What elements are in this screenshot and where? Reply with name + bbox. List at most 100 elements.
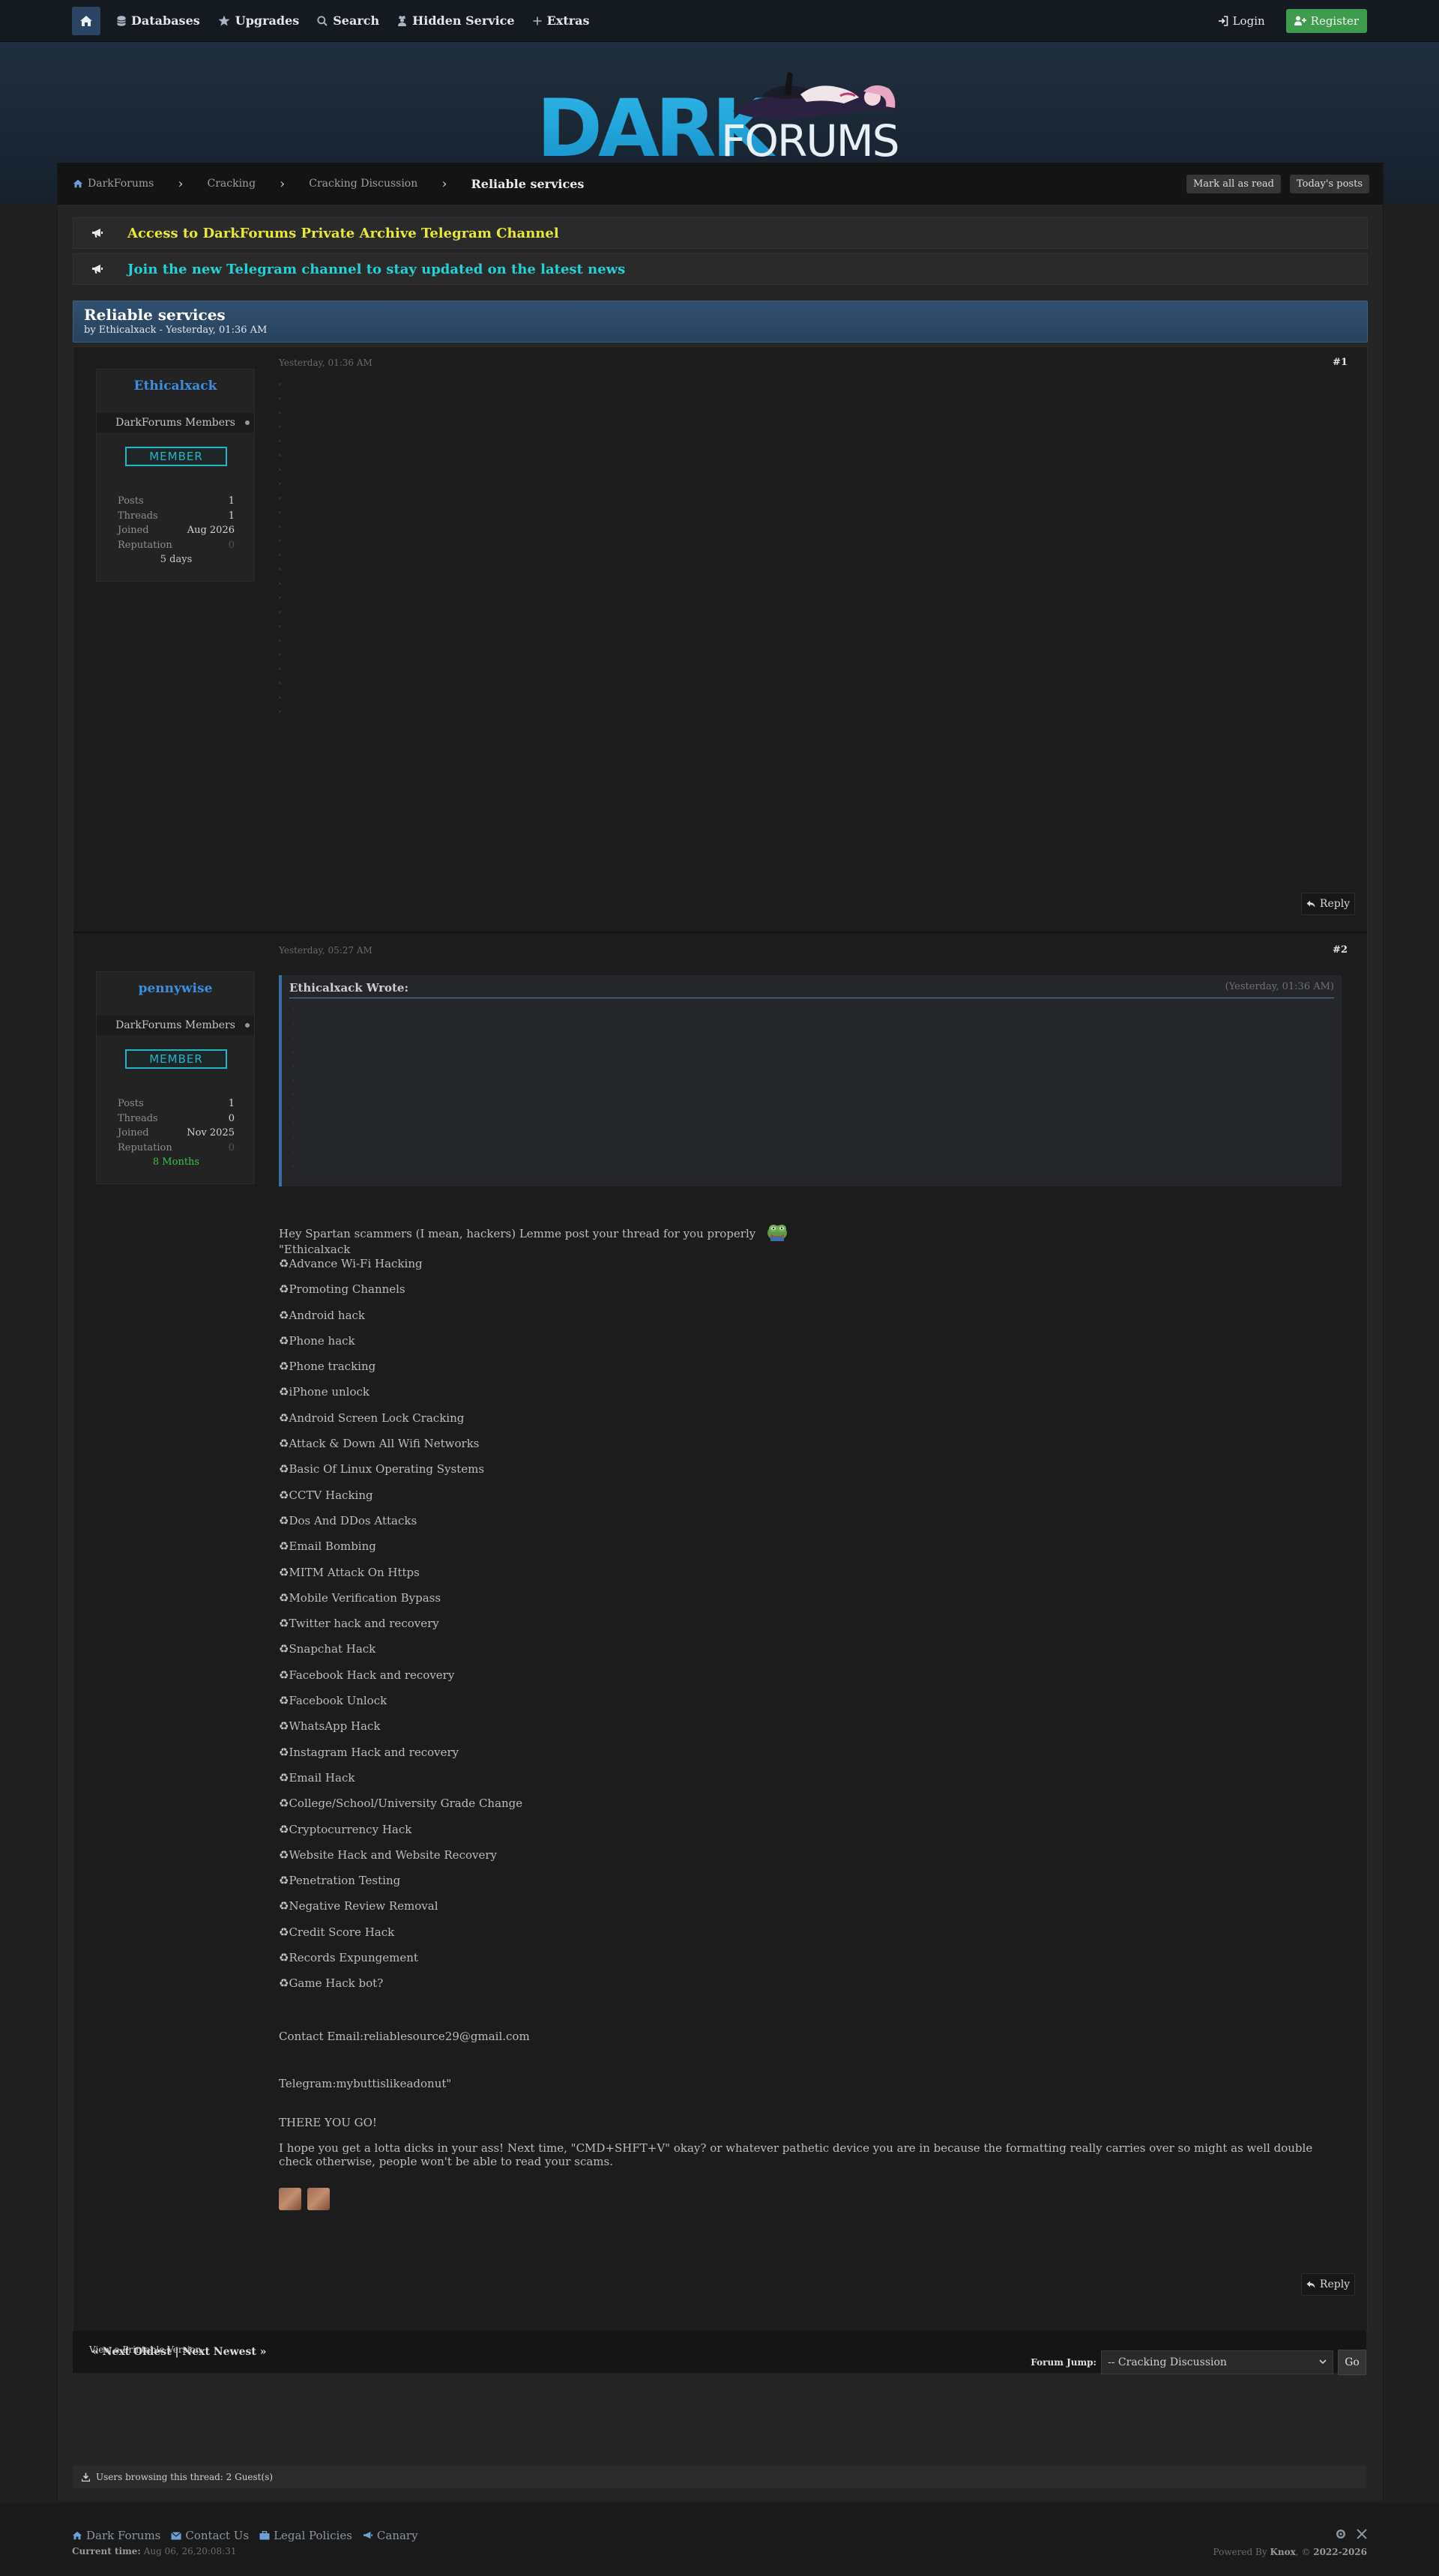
service-list-text: iPhone unlock (289, 1385, 369, 1399)
post-rant: I hope you get a lotta dicks in your ass… (279, 2141, 1313, 2168)
printable-version-link[interactable]: View a Printable Version (89, 2344, 202, 2355)
post-2: Yesterday, 05:27 AM #2 pennywise DarkFor… (73, 933, 1367, 2327)
chevron-down-icon (1319, 2359, 1327, 2365)
forum-jump-label: Forum Jump: (1031, 2357, 1096, 2368)
footer-link-contact[interactable]: Contact Us (171, 2529, 249, 2542)
quote-body-empty (292, 1008, 301, 1179)
footer-link-canary[interactable]: Canary (363, 2529, 418, 2542)
recycle-icon: ♻ (279, 1745, 289, 1759)
reply-icon (1306, 900, 1315, 908)
footer-link-label: Contact Us (185, 2529, 250, 2542)
login-link[interactable]: Login (1218, 14, 1265, 28)
tor-onion-icon[interactable] (1336, 2529, 1346, 2539)
breadcrumb-home[interactable]: DarkForums (73, 178, 154, 190)
nav-hidden-service[interactable]: Hidden Service (397, 13, 515, 28)
post-number[interactable]: #2 (1333, 944, 1348, 956)
status-dot-icon (245, 420, 250, 425)
breadcrumb-current: Reliable services (471, 176, 585, 191)
recycle-icon: ♻ (279, 1899, 289, 1913)
recycle-icon: ♻ (279, 1797, 289, 1811)
nav-hidden-service-label: Hidden Service (412, 13, 515, 28)
nav-databases[interactable]: Databases (117, 13, 200, 28)
recycle-icon: ♻ (279, 1925, 289, 1939)
user-plus-icon (1294, 16, 1306, 25)
service-list-item: ♻Attack & Down All Wifi Networks (279, 1437, 1336, 1462)
footer-link-darkforums[interactable]: Dark Forums (72, 2529, 160, 2542)
stat-threads[interactable]: 0 (229, 1111, 235, 1126)
site-footer: Dark Forums Contact Us Legal Policies Ca… (0, 2503, 1439, 2576)
service-list-item: ♻Android Screen Lock Cracking (279, 1411, 1336, 1437)
service-list-item: ♻Snapchat Hack (279, 1642, 1336, 1668)
stat-label: Joined (118, 525, 149, 536)
emoji-row (279, 2187, 1336, 2210)
breadcrumb-cracking[interactable]: Cracking (208, 178, 256, 190)
recycle-icon: ♻ (279, 1488, 289, 1502)
post-1: Yesterday, 01:36 AM #1 Ethicalxack DarkF… (73, 347, 1367, 932)
stat-label: Joined (118, 1127, 149, 1138)
todays-posts-button[interactable]: Today's posts (1290, 174, 1369, 193)
megaphone-icon (92, 265, 103, 274)
stat-reputation[interactable]: 0 (229, 538, 235, 553)
stat-posts[interactable]: 1 (229, 494, 235, 509)
service-list-text: Android hack (289, 1308, 366, 1322)
service-list-text: Android Screen Lock Cracking (289, 1411, 465, 1425)
main-wrapper: DarkForums › Cracking › Cracking Discuss… (57, 163, 1384, 2501)
service-list-text: Phone tracking (289, 1360, 376, 1374)
announcement-telegram[interactable]: Join the new Telegram channel to stay up… (73, 253, 1368, 285)
quote-author: Ethicalxack Wrote: (289, 981, 409, 995)
stat-threads[interactable]: 1 (229, 509, 235, 524)
stat-posts[interactable]: 1 (229, 1097, 235, 1111)
service-list-item: ♻Website Hack and Website Recovery (279, 1848, 1336, 1874)
mark-all-read-button[interactable]: Mark all as read (1186, 174, 1281, 193)
post-intro: Hey Spartan scammers (I mean, hackers) L… (279, 1227, 756, 1240)
service-list-item: ♻Email Hack (279, 1771, 1336, 1797)
author-name[interactable]: pennywise (97, 981, 254, 996)
stat-label: Posts (118, 1098, 144, 1109)
forum-jump-go-button[interactable]: Go (1338, 2350, 1366, 2375)
author-group: DarkForums Members (97, 413, 254, 432)
service-list-item: ♻CCTV Hacking (279, 1488, 1336, 1514)
powered-by-name[interactable]: Knox (1270, 2547, 1295, 2557)
service-list-text: Dos And DDos Attacks (289, 1513, 417, 1527)
darkforums-logo[interactable]: DARK FORUMS (537, 64, 904, 177)
stat-label: Reputation (118, 539, 172, 551)
post-body: Hey Spartan scammers (I mean, hackers) L… (279, 1225, 1336, 2210)
register-button[interactable]: Register (1285, 8, 1367, 33)
service-list-item: ♻MITM Attack On Https (279, 1566, 1336, 1591)
footer-link-legal[interactable]: Legal Policies (259, 2529, 352, 2542)
recycle-icon: ♻ (279, 1308, 289, 1322)
nav-extras[interactable]: Extras (533, 13, 590, 28)
post-number[interactable]: #1 (1333, 357, 1348, 368)
member-badge: MEMBER (125, 1049, 227, 1069)
nav-search[interactable]: Search (317, 13, 379, 28)
footer-link-label: Dark Forums (86, 2529, 161, 2542)
thread-subtitle: by Ethicalxack - Yesterday, 01:36 AM (84, 325, 268, 336)
service-list-text: Penetration Testing (289, 1874, 401, 1888)
service-list-item: ♻Phone tracking (279, 1360, 1336, 1385)
post-body-empty (279, 383, 288, 725)
nav-upgrades[interactable]: Upgrades (218, 13, 299, 28)
breadcrumb-cracking-discussion[interactable]: Cracking Discussion (309, 178, 417, 190)
recycle-icon: ♻ (279, 1333, 289, 1348)
announcement-archive[interactable]: Access to DarkForums Private Archive Tel… (73, 217, 1368, 249)
quote-date[interactable]: (Yesterday, 01:36 AM) (1225, 981, 1334, 992)
forum-jump-select[interactable]: -- Cracking Discussion (1101, 2350, 1333, 2374)
author-name[interactable]: Ethicalxack (97, 378, 254, 393)
announcement-telegram-text: Join the new Telegram channel to stay up… (127, 261, 626, 277)
home-button[interactable] (72, 6, 100, 35)
recycle-icon: ♻ (279, 1617, 289, 1631)
there-you-go: THERE YOU GO! (279, 2115, 377, 2129)
service-list-item: ♻College/School/University Grade Change (279, 1797, 1336, 1822)
service-list-text: Instagram Hack and recovery (289, 1745, 459, 1759)
service-list: ♻Advance Wi-Fi Hacking ♻Promoting Channel… (279, 1257, 1336, 2003)
service-list-text: Twitter hack and recovery (289, 1617, 439, 1631)
service-list-item: ♻Game Hack bot? (279, 1976, 1336, 2002)
service-list-item: ♻Facebook Unlock (279, 1694, 1336, 1719)
plus-icon (533, 16, 542, 25)
reply-button[interactable]: Reply (1301, 2273, 1355, 2296)
service-list-text: Promoting Channels (289, 1282, 405, 1297)
service-list-text: College/School/University Grade Change (289, 1797, 523, 1811)
x-twitter-icon[interactable] (1357, 2529, 1367, 2539)
reply-button[interactable]: Reply (1301, 893, 1355, 915)
stat-reputation[interactable]: 0 (229, 1141, 235, 1156)
